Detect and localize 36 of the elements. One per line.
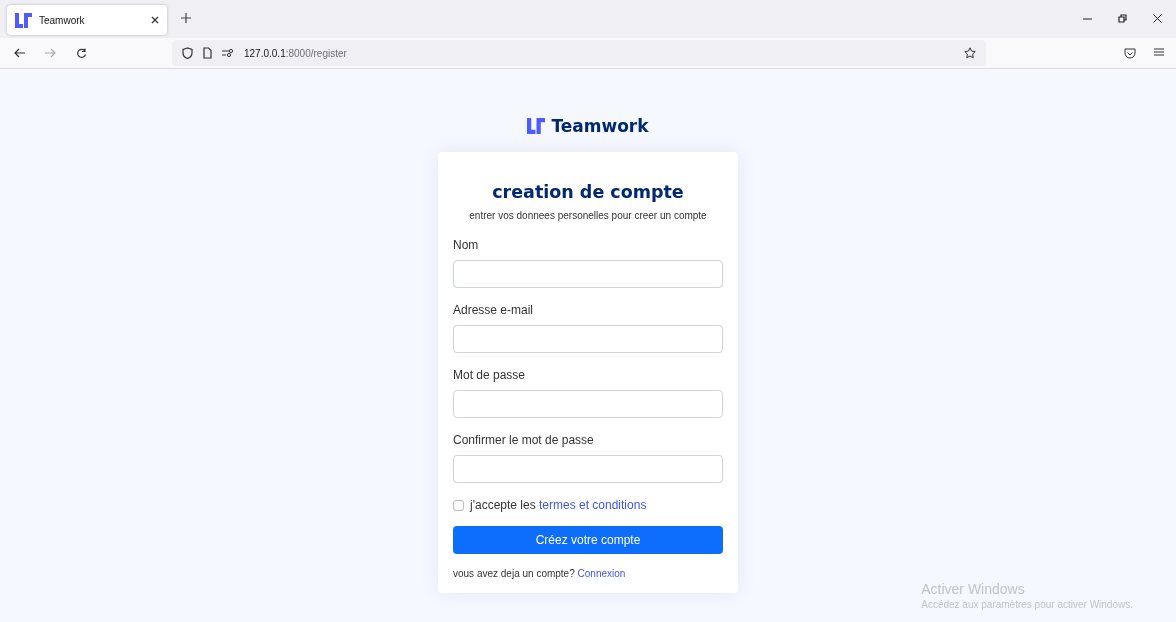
restore-icon[interactable] (1118, 14, 1127, 23)
terms-label: j'accepte les termes et conditions (470, 498, 647, 512)
login-prompt: vous avez deja un compte? Connexion (453, 568, 627, 579)
input-field[interactable] (453, 390, 723, 418)
login-link[interactable]: Connexion (577, 568, 626, 579)
back-icon[interactable] (14, 48, 25, 58)
menu-icon[interactable] (1154, 47, 1164, 56)
tab-title: Teamwork (39, 14, 86, 26)
new-tab-icon[interactable] (181, 13, 191, 23)
url-text: 127.0.0.1:8000/register (244, 47, 348, 59)
field-label: Confirmer le mot de passe (453, 433, 595, 447)
card-subtitle: entrer vos donnees personelles pour creer un compte (468, 210, 708, 221)
address-bar[interactable]: 127.0.0.1:8000/register (172, 40, 986, 66)
field-label: Nom (453, 238, 480, 252)
shield-icon (182, 47, 193, 59)
card-title: creation de compte (491, 182, 685, 202)
close-icon[interactable] (151, 16, 159, 24)
permissions-icon (222, 49, 234, 57)
input-field[interactable] (453, 455, 723, 483)
field-label: Adresse e-mail (453, 303, 535, 317)
brand-name: Teamwork (551, 116, 649, 136)
reload-icon[interactable] (76, 47, 87, 59)
input-field[interactable] (453, 325, 723, 353)
checkbox[interactable] (453, 499, 464, 511)
pocket-icon[interactable] (1124, 47, 1136, 59)
close-icon[interactable] (1153, 14, 1162, 23)
logo-icon (15, 12, 32, 28)
star-icon[interactable] (964, 47, 976, 59)
input-field[interactable] (453, 260, 723, 288)
submit-button[interactable]: Créez votre compte (453, 526, 723, 554)
browser-tab[interactable]: Teamwork (7, 5, 167, 35)
logo-icon (527, 118, 546, 134)
terms-link[interactable]: termes et conditions (539, 498, 647, 512)
page-icon (203, 47, 212, 59)
minimize-icon[interactable] (1083, 17, 1092, 20)
field-label: Mot de passe (453, 368, 527, 382)
